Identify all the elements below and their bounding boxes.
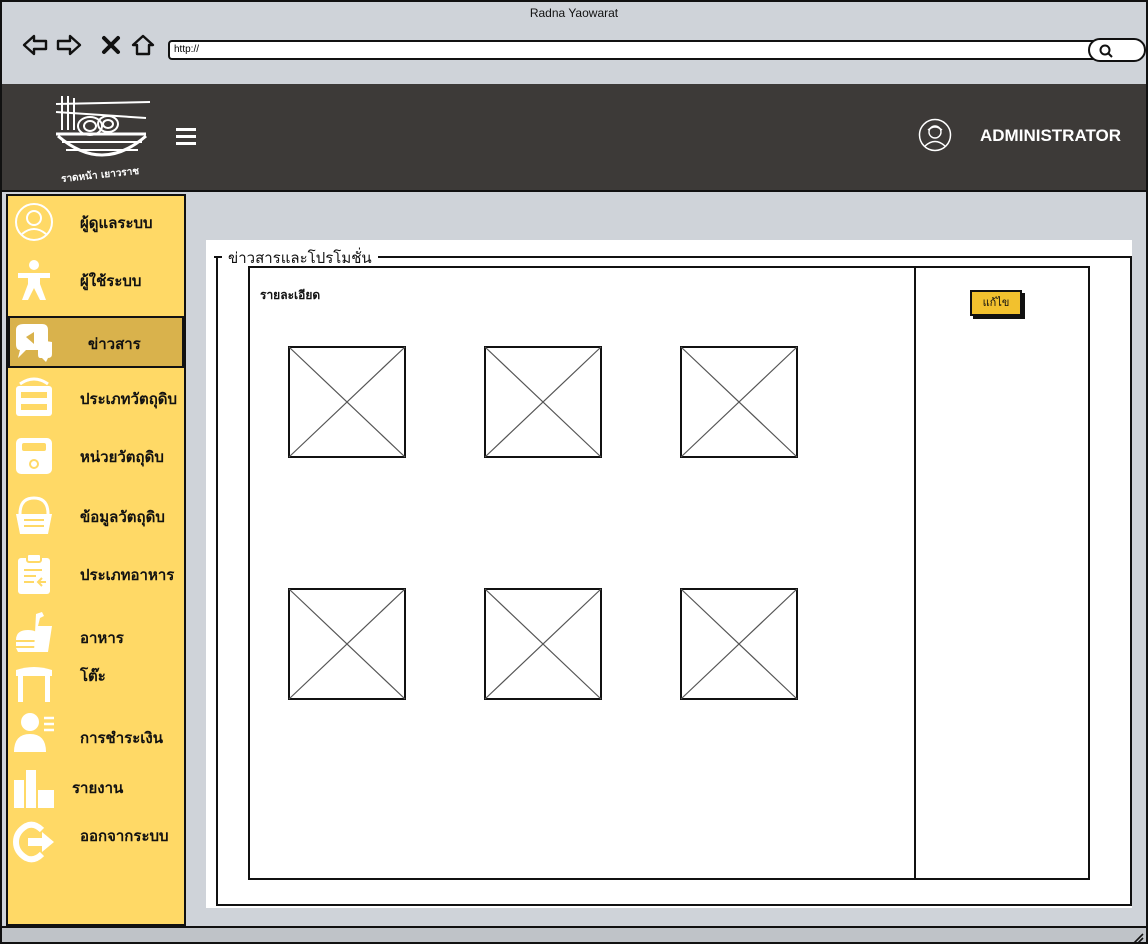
sidebar-item-food-types[interactable]: ประเภทอาหาร (8, 548, 184, 600)
browser-window: Radna Yaowarat http:// ราดหน้า เยาวราช A… (0, 0, 1148, 944)
sidebar-item-admins[interactable]: ผู้ดูแลระบบ (8, 196, 184, 248)
image-placeholder[interactable] (288, 588, 406, 700)
image-placeholder[interactable] (288, 346, 406, 458)
image-placeholder[interactable] (680, 346, 798, 458)
logo-text: ราดหน้า เยาวราช (61, 165, 140, 184)
browser-toolbar: Radna Yaowarat http:// (2, 2, 1146, 86)
address-bar[interactable]: http:// (168, 40, 1098, 60)
admin-avatar-icon[interactable] (918, 118, 952, 152)
sidebar-item-label: โต๊ะ (80, 667, 106, 685)
hamburger-menu-icon[interactable] (176, 128, 196, 146)
status-bar (2, 926, 1146, 944)
sidebar-item-reports[interactable]: รายงาน (8, 762, 184, 814)
cabinet-icon (16, 377, 52, 416)
scale-icon (16, 438, 52, 474)
edit-button[interactable]: แก้ไข (970, 290, 1022, 316)
sidebar-item-label: การชำระเงิน (80, 729, 163, 747)
forward-arrow-icon[interactable] (56, 32, 82, 58)
sidebar-item-ingredient-data[interactable]: ข้อมูลวัตถุดิบ (8, 490, 184, 542)
image-placeholder[interactable] (484, 346, 602, 458)
payment-icon (14, 713, 54, 752)
search-icon (1099, 44, 1113, 58)
food-icon (16, 612, 52, 652)
admin-user-label[interactable]: ADMINISTRATOR (980, 126, 1121, 146)
sidebar-item-ingredient-types[interactable]: ประเภทวัตถุดิบ (8, 372, 184, 424)
app-header: ราดหน้า เยาวราช ADMINISTRATOR (2, 84, 1146, 192)
sidebar-item-label: ข่าวสาร (88, 335, 141, 353)
resize-grip-icon[interactable] (1130, 930, 1144, 944)
clipboard-icon (18, 553, 50, 594)
sidebar-item-label: ผู้ดูแลระบบ (80, 214, 153, 232)
sidebar-item-users[interactable]: ผู้ใช้ระบบ (8, 254, 184, 306)
image-placeholder[interactable] (484, 588, 602, 700)
sidebar-item-label: ออกจากระบบ (80, 827, 169, 845)
logout-icon (12, 821, 54, 863)
sidebar-item-label: รายงาน (72, 779, 124, 797)
sidebar-item-label: อาหาร (80, 629, 124, 647)
sidebar-item-ingredient-units[interactable]: หน่วยวัตถุดิบ (8, 430, 184, 482)
home-icon[interactable] (130, 32, 156, 58)
basket-icon (16, 496, 52, 534)
search-field[interactable] (1088, 38, 1146, 62)
sidebar-item-label: ประเภทวัตถุดิบ (80, 390, 178, 408)
sidebar-item-payments[interactable]: การชำระเงิน (8, 706, 184, 758)
table-icon (16, 667, 52, 702)
sidebar-item-label: หน่วยวัตถุดิบ (80, 448, 164, 466)
sidebar-item-food[interactable]: อาหาร (8, 606, 184, 658)
sidebar: ผู้ดูแลระบบ ผู้ใช้ระบบ ข่าวสาร ประเภทวัต… (6, 194, 186, 926)
action-panel (914, 266, 1090, 880)
back-arrow-icon[interactable] (22, 32, 48, 58)
detail-label: รายละเอียด (260, 288, 321, 302)
sidebar-item-tables[interactable]: โต๊ะ (8, 656, 184, 708)
window-title: Radna Yaowarat (529, 6, 619, 20)
close-x-icon[interactable] (98, 32, 124, 58)
user-circle-icon (15, 203, 53, 241)
bar-chart-icon (14, 770, 54, 808)
logo-noodle-bowl-icon: ราดหน้า เยาวราช (55, 96, 151, 184)
image-placeholder[interactable] (680, 588, 798, 700)
sidebar-item-logout[interactable]: ออกจากระบบ (8, 816, 184, 868)
person-icon (18, 260, 50, 300)
sidebar-item-label: ประเภทอาหาร (80, 566, 175, 584)
megaphone-icon (16, 324, 52, 362)
sidebar-item-news[interactable]: ข่าวสาร (8, 316, 184, 368)
sidebar-item-label: ผู้ใช้ระบบ (80, 272, 142, 290)
sidebar-item-label: ข้อมูลวัตถุดิบ (80, 508, 165, 526)
